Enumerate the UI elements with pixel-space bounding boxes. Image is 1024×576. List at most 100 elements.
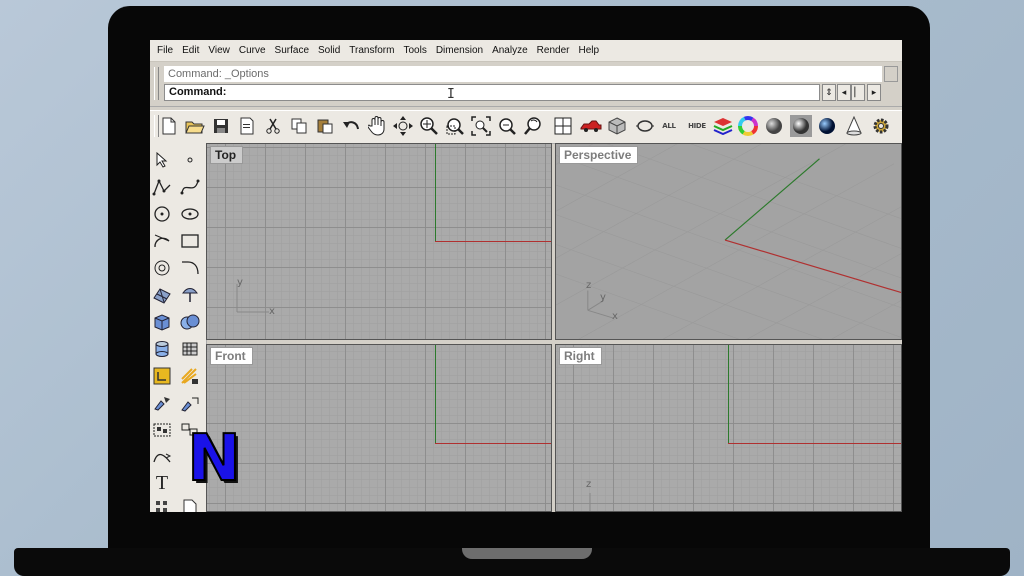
menu-edit[interactable]: Edit xyxy=(178,45,203,56)
command-spin-icon[interactable]: ⇕ xyxy=(822,84,836,101)
circle-icon[interactable] xyxy=(150,202,174,226)
viewport-right[interactable]: z Right xyxy=(555,344,902,512)
axis-label-y: y xyxy=(237,277,243,288)
polygon-icon[interactable] xyxy=(150,256,174,280)
axis-label-x: x xyxy=(612,311,618,322)
curve-from-object-icon[interactable] xyxy=(150,445,174,469)
object-properties-icon[interactable] xyxy=(606,115,628,137)
new-file-icon[interactable] xyxy=(158,115,180,137)
color-wheel-icon[interactable] xyxy=(737,115,759,137)
axis-label-z: z xyxy=(586,280,592,291)
rectangle-icon[interactable] xyxy=(178,229,202,253)
curve-fillet-icon[interactable] xyxy=(178,256,202,280)
dimension-icon[interactable] xyxy=(150,364,174,388)
ellipse-icon[interactable] xyxy=(178,202,202,226)
curve-icon[interactable] xyxy=(178,175,202,199)
text-tool-icon[interactable]: T xyxy=(150,471,174,495)
axis-label-x: x xyxy=(269,306,275,317)
viewport-title-right[interactable]: Right xyxy=(559,347,602,365)
hide-label-icon[interactable]: HIDE xyxy=(686,115,708,137)
print-icon[interactable] xyxy=(236,115,258,137)
zoom-selected-icon[interactable] xyxy=(496,115,518,137)
menu-transform[interactable]: Transform xyxy=(345,45,398,56)
all-label-icon[interactable]: ALL xyxy=(658,115,680,137)
mesh-icon[interactable] xyxy=(178,337,202,361)
light-icon[interactable] xyxy=(178,364,202,388)
blue-sphere-icon[interactable] xyxy=(816,115,838,137)
menu-bar: File Edit View Curve Surface Solid Trans… xyxy=(150,40,902,62)
viewport-title-perspective[interactable]: Perspective xyxy=(559,146,639,164)
open-folder-icon[interactable] xyxy=(184,115,206,137)
viewport-title-top[interactable]: Top xyxy=(210,146,244,164)
page-layout-icon[interactable] xyxy=(178,495,202,512)
command-grip[interactable] xyxy=(154,67,159,100)
cylinder-icon[interactable] xyxy=(150,337,174,361)
polyline-icon[interactable] xyxy=(150,175,174,199)
menu-curve[interactable]: Curve xyxy=(235,45,270,56)
all-label: ALL xyxy=(662,122,676,130)
text-tool-label: T xyxy=(155,471,169,494)
rotate-view-icon[interactable] xyxy=(522,115,544,137)
layers-icon[interactable] xyxy=(712,115,734,137)
surface-edit-icon[interactable] xyxy=(178,283,202,307)
menu-render[interactable]: Render xyxy=(533,45,574,56)
transform-move-icon[interactable] xyxy=(150,391,174,415)
paste-icon[interactable] xyxy=(314,115,336,137)
cut-icon[interactable] xyxy=(262,115,284,137)
arc-icon[interactable] xyxy=(150,229,174,253)
scroll-left-icon[interactable]: ◂ xyxy=(837,84,851,101)
logo-letter: N xyxy=(187,427,241,487)
select-arrow-icon[interactable] xyxy=(150,148,174,172)
zoom-extents-icon[interactable] xyxy=(470,115,492,137)
standard-toolbar: ALL HIDE xyxy=(150,110,902,144)
copy-icon[interactable] xyxy=(288,115,310,137)
axis-label-z: z xyxy=(586,479,592,490)
light-cone-icon[interactable] xyxy=(843,115,865,137)
menu-surface[interactable]: Surface xyxy=(271,45,313,56)
command-input[interactable] xyxy=(235,86,819,101)
text-cursor-icon: I xyxy=(447,87,455,102)
viewport-title-front[interactable]: Front xyxy=(210,347,253,365)
z-axis-line xyxy=(435,345,436,443)
scroll-right-icon[interactable]: ▸ xyxy=(867,84,881,101)
shaded-sphere-icon[interactable] xyxy=(790,115,812,137)
axis-label-y: y xyxy=(600,292,606,303)
box-icon[interactable] xyxy=(150,310,174,334)
transform-copy-icon[interactable] xyxy=(178,391,202,415)
menu-view[interactable]: View xyxy=(204,45,234,56)
render-sphere-icon[interactable] xyxy=(763,115,785,137)
viewport-front[interactable]: Front xyxy=(206,344,552,512)
cplane-axes-icon xyxy=(589,493,591,511)
four-viewports-icon[interactable] xyxy=(552,115,574,137)
zoom-window-icon[interactable] xyxy=(444,115,466,137)
scroll-bar-icon[interactable]: ▏ xyxy=(851,84,865,101)
menu-file[interactable]: File xyxy=(153,45,177,56)
menu-help[interactable]: Help xyxy=(574,45,603,56)
command-area: Command: _Options Command: ⇕ ◂ ▏ ▸ I xyxy=(150,63,902,107)
menu-analyze[interactable]: Analyze xyxy=(488,45,532,56)
laptop-notch xyxy=(462,548,592,559)
pan-hand-icon[interactable] xyxy=(366,115,388,137)
rhino-window: File Edit View Curve Surface Solid Trans… xyxy=(150,40,902,512)
menu-tools[interactable]: Tools xyxy=(399,45,430,56)
command-history-scrollbar[interactable] xyxy=(884,66,898,82)
boolean-union-icon[interactable] xyxy=(178,310,202,334)
menu-dimension[interactable]: Dimension xyxy=(432,45,487,56)
surface-icon[interactable] xyxy=(150,283,174,307)
zoom-dynamic-icon[interactable] xyxy=(418,115,440,137)
hide-label: HIDE xyxy=(688,122,706,130)
menu-solid[interactable]: Solid xyxy=(314,45,344,56)
move-view-icon[interactable] xyxy=(392,115,414,137)
viewport-top[interactable]: y x Top xyxy=(206,143,552,340)
group-icon[interactable] xyxy=(150,418,174,442)
grid-options-icon[interactable] xyxy=(150,495,174,512)
command-history: Command: _Options xyxy=(164,66,882,82)
cplane-axes-icon xyxy=(236,284,269,313)
viewport-perspective[interactable]: z y x Perspective xyxy=(555,143,902,340)
save-icon[interactable] xyxy=(210,115,232,137)
select-objects-icon[interactable] xyxy=(634,115,656,137)
point-icon[interactable] xyxy=(178,148,202,172)
gear-icon[interactable] xyxy=(870,115,892,137)
undo-icon[interactable] xyxy=(340,115,362,137)
car-icon[interactable] xyxy=(580,115,602,137)
